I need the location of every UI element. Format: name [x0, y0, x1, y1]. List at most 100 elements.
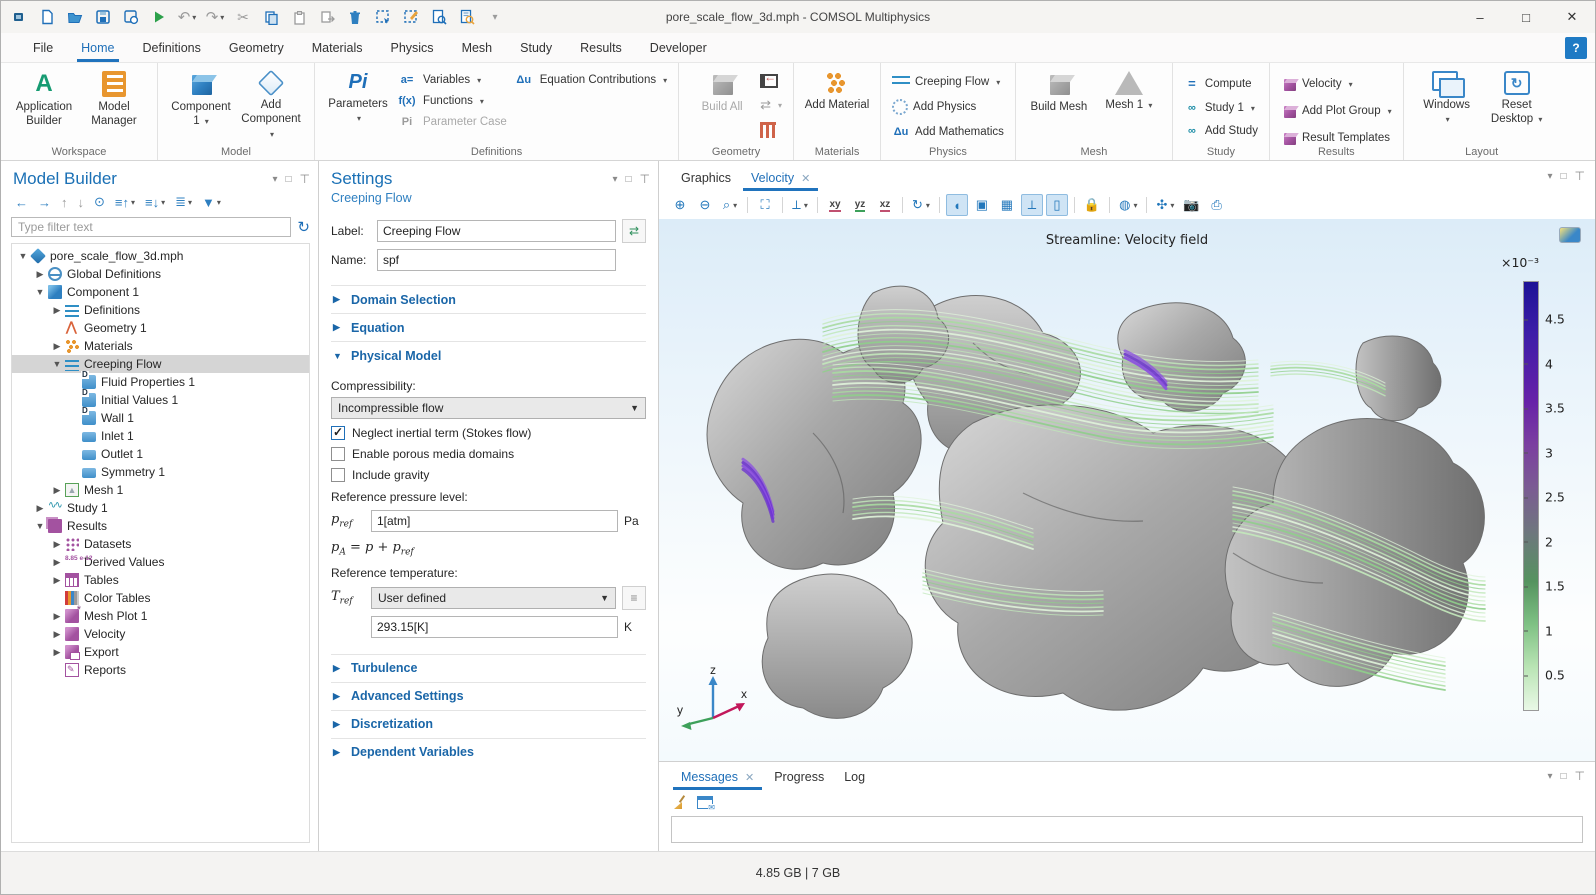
creeping-flow-button[interactable]: Creeping Flow▾ — [889, 75, 1007, 89]
duplicate-icon[interactable] — [315, 5, 339, 29]
menu-file[interactable]: File — [19, 33, 67, 62]
lock-view-icon[interactable]: 🔒 — [1081, 194, 1103, 216]
tree-item-outlet-1[interactable]: Outlet 1 — [12, 445, 309, 463]
select-box-icon[interactable] — [371, 5, 395, 29]
tree-item-velocity[interactable]: ▶Velocity — [12, 625, 309, 643]
menu-definitions[interactable]: Definitions — [129, 33, 215, 62]
messages-pin-icon[interactable]: ⊤ — [1575, 769, 1585, 783]
collapsed-arrow-icon[interactable]: ▶ — [50, 485, 64, 496]
run-icon[interactable] — [147, 5, 171, 29]
mesh-1-button[interactable]: Mesh 1 ▾ — [1094, 67, 1164, 116]
tree-item-tables[interactable]: ▶Tables — [12, 571, 309, 589]
add-material-button[interactable]: Add Material — [802, 67, 872, 116]
section-dependent-variables[interactable]: ▶Dependent Variables — [331, 738, 646, 766]
name-input[interactable] — [377, 249, 616, 271]
messages-float-icon[interactable]: □ — [1561, 771, 1567, 782]
open-file-icon[interactable] — [63, 5, 87, 29]
add-plot-group-button[interactable]: Add Plot Group▾ — [1278, 102, 1395, 120]
collapsed-arrow-icon[interactable]: ▶ — [50, 611, 64, 622]
tree-item-fluid-properties-1[interactable]: Fluid Properties 1 — [12, 373, 309, 391]
collapsed-arrow-icon[interactable]: ▶ — [50, 557, 64, 568]
ref-temperature-select[interactable]: User defined ▼ — [371, 587, 616, 609]
add-physics-button[interactable]: Add Physics — [889, 98, 1007, 116]
tree-item-geometry-1[interactable]: Geometry 1 — [12, 319, 309, 337]
transparency-toggle[interactable]: ▣ — [971, 194, 993, 216]
qat-customize-icon[interactable]: ▾ — [483, 5, 507, 29]
settings-menu-icon[interactable]: ▾ — [612, 174, 617, 185]
menu-physics[interactable]: Physics — [376, 33, 447, 62]
settings-pin-icon[interactable]: ⊤ — [640, 172, 650, 186]
view-yz-button[interactable]: yz — [849, 194, 871, 216]
section-discretization[interactable]: ▶Discretization — [331, 710, 646, 738]
go-to-view-icon[interactable]: ⟂▾ — [789, 194, 811, 216]
save-icon[interactable] — [91, 5, 115, 29]
view-xz-button[interactable]: xz — [874, 194, 896, 216]
tab-graphics[interactable]: Graphics — [671, 166, 741, 191]
copy-icon[interactable] — [259, 5, 283, 29]
parameter-case-button[interactable]: PiParameter Case — [393, 115, 510, 129]
preview-all-icon[interactable] — [455, 5, 479, 29]
plot-settings-corner-icon[interactable] — [1559, 227, 1581, 243]
variables-button[interactable]: a=Variables▾ — [393, 73, 510, 87]
grid-toggle[interactable]: ▦ — [996, 194, 1018, 216]
back-icon[interactable]: ← — [11, 194, 32, 211]
tree-item-derived-values[interactable]: ▶8.85 e-12Derived Values — [12, 553, 309, 571]
messages-menu-icon[interactable]: ▾ — [1547, 771, 1552, 782]
maximize-button[interactable]: □ — [1503, 1, 1549, 33]
panel-pin-icon[interactable]: ⊤ — [300, 172, 310, 186]
menu-home[interactable]: Home — [67, 33, 128, 62]
move-down-icon[interactable]: ↓ — [74, 194, 89, 211]
section-advanced-settings[interactable]: ▶Advanced Settings — [331, 682, 646, 710]
equation-contributions-button[interactable]: ΔuEquation Contributions▾ — [510, 73, 670, 87]
compute-button[interactable]: =Compute — [1181, 75, 1261, 92]
virtual-operations-button[interactable] — [757, 121, 785, 139]
menu-materials[interactable]: Materials — [298, 33, 377, 62]
view-xy-button[interactable]: xy — [824, 194, 846, 216]
delete-icon[interactable] — [343, 5, 367, 29]
save-as-icon[interactable] — [119, 5, 143, 29]
minimize-button[interactable]: – — [1457, 1, 1503, 33]
tab-progress[interactable]: Progress — [764, 765, 834, 790]
parameters-button[interactable]: PiParameters▾ — [323, 67, 393, 130]
collapsed-arrow-icon[interactable]: ▶ — [50, 647, 64, 658]
reset-desktop-button[interactable]: ↻Reset Desktop ▾ — [1482, 67, 1552, 131]
label-input[interactable] — [377, 220, 616, 242]
tree-item-export[interactable]: ▶Export — [12, 643, 309, 661]
panel-menu-icon[interactable]: ▾ — [272, 174, 277, 185]
unchecked-checkbox-icon[interactable] — [331, 447, 345, 461]
checkbox-neglect-inertial-term-stokes-flow-[interactable]: Neglect inertial term (Stokes flow) — [331, 426, 646, 440]
print-icon[interactable]: ⎙ — [1206, 194, 1228, 216]
functions-button[interactable]: f(x)Functions▾ — [393, 94, 510, 108]
rename-label-button[interactable]: ⇄ — [622, 219, 646, 243]
image-snapshot-icon[interactable]: 📷 — [1180, 194, 1202, 216]
color-legend-toggle[interactable]: ▯ — [1046, 194, 1068, 216]
section-equation[interactable]: ▶Equation — [331, 313, 646, 341]
zoom-in-icon[interactable]: ⊕ — [669, 194, 691, 216]
build-all-button[interactable]: Build All — [687, 67, 757, 118]
tab-messages[interactable]: Messages✕ — [671, 765, 764, 790]
new-file-icon[interactable] — [35, 5, 59, 29]
filter-funnel-icon[interactable]: ▼▾ — [198, 194, 225, 211]
collapsed-arrow-icon[interactable]: ▶ — [33, 269, 47, 280]
tab-log[interactable]: Log — [834, 765, 875, 790]
tree-item-reports[interactable]: Reports — [12, 661, 309, 679]
panel-float-icon[interactable]: □ — [286, 174, 292, 185]
menu-results[interactable]: Results — [566, 33, 636, 62]
cut-icon[interactable]: ✂ — [231, 5, 255, 29]
velocity-plot-button[interactable]: Velocity▾ — [1278, 75, 1395, 93]
messages-output[interactable] — [671, 816, 1583, 843]
app-menu-button[interactable] — [7, 5, 31, 29]
close-button[interactable]: ✕ — [1549, 1, 1595, 33]
menu-mesh[interactable]: Mesh — [448, 33, 507, 62]
close-tab-icon[interactable]: ✕ — [745, 771, 754, 784]
temperature-input[interactable] — [371, 616, 618, 638]
tree-item-definitions[interactable]: ▶Definitions — [12, 301, 309, 319]
collapsed-arrow-icon[interactable]: ▶ — [33, 503, 47, 514]
refresh-filter-icon[interactable]: ↻ — [297, 218, 310, 236]
add-component-button[interactable]: Add Component ▾ — [236, 67, 306, 145]
tree-item-component-1[interactable]: ▼Component 1 — [12, 283, 309, 301]
zoom-extents-icon[interactable]: ⛶ — [754, 194, 776, 216]
graphics-menu-icon[interactable]: ▾ — [1547, 171, 1552, 182]
menu-study[interactable]: Study — [506, 33, 566, 62]
expanded-arrow-icon[interactable]: ▼ — [50, 359, 64, 369]
